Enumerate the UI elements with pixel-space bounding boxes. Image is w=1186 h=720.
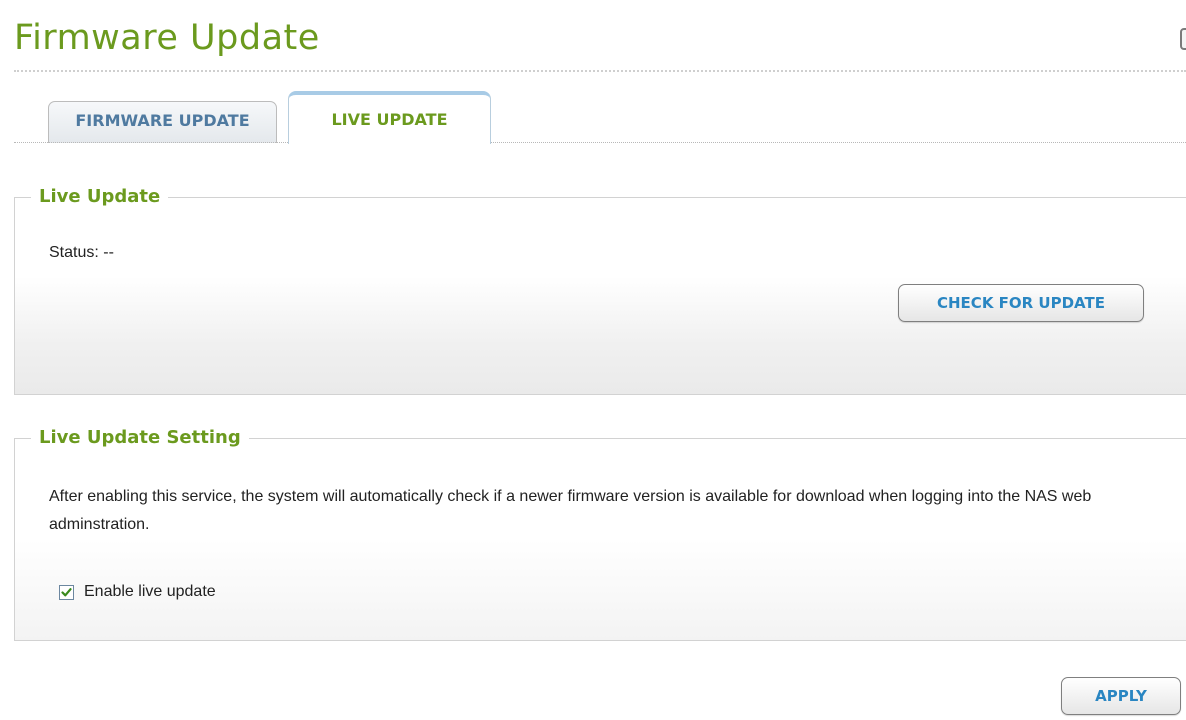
enable-live-update-row[interactable]: Enable live update	[59, 581, 216, 603]
window-control-icon[interactable]	[1180, 28, 1186, 50]
tab-firmware-update[interactable]: FIRMWARE UPDATE	[48, 101, 277, 143]
tab-bar-divider	[14, 142, 1186, 143]
status-text: Status: --	[49, 244, 114, 261]
live-update-section: Live Update Status: -- CHECK FOR UPDATE	[14, 185, 1186, 395]
tab-live-update[interactable]: LIVE UPDATE	[288, 91, 491, 144]
apply-button[interactable]: APPLY	[1061, 677, 1181, 715]
setting-description: After enabling this service, the system …	[49, 488, 1092, 533]
checkmark-icon	[61, 587, 72, 596]
firmware-update-page: Firmware Update FIRMWARE UPDATE LIVE UPD…	[0, 0, 1186, 720]
enable-live-update-label: Enable live update	[84, 583, 216, 600]
live-update-setting-legend: Live Update Setting	[31, 426, 249, 450]
check-for-update-button[interactable]: CHECK FOR UPDATE	[898, 284, 1144, 322]
title-divider	[14, 70, 1186, 72]
page-title: Firmware Update	[14, 18, 320, 58]
live-update-legend: Live Update	[31, 185, 169, 209]
enable-live-update-checkbox[interactable]	[59, 584, 74, 600]
live-update-setting-section: Live Update Setting After enabling this …	[14, 426, 1186, 641]
